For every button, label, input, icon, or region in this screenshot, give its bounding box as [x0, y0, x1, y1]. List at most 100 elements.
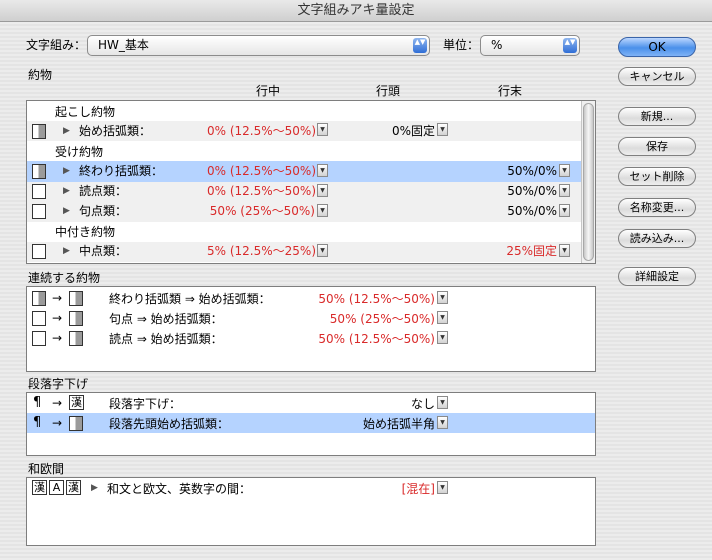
- load-button[interactable]: 読み込み...: [618, 229, 696, 248]
- row-value: 始め括弧半角: [362, 417, 435, 431]
- row-label: 終わり括弧類 ⇒ 始め括弧類：: [109, 292, 271, 306]
- arrow-icon: →: [52, 396, 63, 410]
- new-button[interactable]: 新規...: [618, 107, 696, 126]
- indent-list[interactable]: ¶ → 漢 段落字下げ： なし ▼ ¶ → 段落先頭始め括弧類： 始め括弧半角 …: [26, 392, 596, 456]
- end-value: 50%/0%: [507, 184, 557, 198]
- dropdown-icon[interactable]: ▼: [437, 416, 448, 429]
- dropdown-icon[interactable]: ▼: [437, 481, 448, 494]
- dropdown-icon[interactable]: ▼: [317, 184, 328, 197]
- row-name: 始め括弧類：: [79, 124, 152, 138]
- row-label: 段落字下げ：: [109, 397, 182, 411]
- end-value: 50%/0%: [507, 204, 557, 218]
- wa-o-list[interactable]: 漢 A 漢 ▶ 和文と欧文、英数字の間： [混在] ▼: [26, 477, 596, 546]
- disclosure-triangle-icon[interactable]: ▶: [63, 163, 70, 179]
- yakumono-list[interactable]: 起こし約物 ▶ 始め括弧類： 0% (12.5%〜50%) ▼ 0%固定 ▼ 受…: [26, 100, 596, 264]
- open-bracket-icon: [32, 124, 46, 139]
- dropdown-icon[interactable]: ▼: [317, 164, 328, 177]
- kanji-icon: 漢: [32, 480, 47, 495]
- middle-value: 0% (12.5%〜50%): [207, 184, 315, 198]
- set-delete-button[interactable]: セット削除: [618, 167, 696, 186]
- scrollbar-thumb[interactable]: [583, 103, 594, 261]
- disclosure-triangle-icon[interactable]: ▶: [63, 183, 70, 199]
- dropdown-icon[interactable]: ▼: [437, 331, 448, 344]
- window-title: 文字組みアキ量設定: [0, 0, 712, 22]
- rename-button[interactable]: 名称変更...: [618, 198, 696, 217]
- end-value: 25%固定: [506, 244, 557, 258]
- middle-value: 0% (12.5%〜50%): [207, 124, 315, 138]
- alpha-icon: A: [49, 480, 64, 495]
- cancel-button[interactable]: キャンセル: [618, 67, 696, 86]
- pilcrow-icon: ¶: [33, 395, 42, 410]
- popup-arrows-icon: ▲▼: [413, 38, 427, 53]
- open-bracket-icon: [69, 331, 83, 346]
- arrow-icon: →: [52, 331, 63, 345]
- dropdown-icon[interactable]: ▼: [437, 311, 448, 324]
- middle-value: 0% (12.5%〜50%): [207, 164, 315, 178]
- close-bracket-icon: [32, 164, 46, 179]
- column-header-end: 行末: [498, 84, 523, 98]
- arrow-icon: →: [52, 291, 63, 305]
- disclosure-triangle-icon[interactable]: ▶: [63, 123, 70, 139]
- dropdown-icon[interactable]: ▼: [559, 244, 570, 257]
- row-value: なし: [410, 397, 435, 411]
- row-label: 読点 ⇒ 始め括弧類：: [109, 332, 223, 346]
- row-name: 中点類：: [79, 244, 128, 258]
- unit-select[interactable]: % ▲▼: [480, 35, 580, 56]
- row-name: 終わり括弧類：: [79, 164, 164, 178]
- dropdown-icon[interactable]: ▼: [317, 123, 328, 136]
- row-name: 読点類：: [79, 184, 128, 198]
- dropdown-icon[interactable]: ▼: [317, 244, 328, 257]
- mojikumi-label: 文字組み：: [26, 38, 87, 52]
- head-value: 0%固定: [391, 124, 435, 138]
- dialog-window: 文字組みアキ量設定 文字組み： HW_基本 ▲▼ 単位： % ▲▼ OK キャン…: [0, 0, 712, 560]
- continuous-section-label: 連続する約物: [28, 271, 101, 285]
- continuous-list[interactable]: → 終わり括弧類 ⇒ 始め括弧類： 50% (12.5%〜50%) ▼ → 句点…: [26, 286, 596, 372]
- pilcrow-icon: ¶: [33, 415, 42, 430]
- wa-o-section-label: 和欧間: [28, 462, 65, 476]
- group-label-uke: 受け約物: [55, 145, 104, 159]
- open-bracket-icon: [69, 416, 83, 431]
- kanji-icon: 漢: [66, 480, 81, 495]
- row-value: 50% (25%〜50%): [329, 312, 435, 326]
- scrollbar[interactable]: [581, 101, 595, 263]
- unit-select-value: %: [491, 38, 503, 52]
- comma-icon: [32, 184, 46, 199]
- popup-arrows-icon: ▲▼: [563, 38, 577, 53]
- period-icon: [32, 204, 46, 219]
- row-value: 50% (12.5%〜50%): [318, 292, 435, 306]
- mojikumi-select-value: HW_基本: [98, 38, 149, 52]
- mojikumi-select[interactable]: HW_基本 ▲▼: [87, 35, 430, 56]
- group-label-nakatsuki: 中付き約物: [55, 225, 116, 239]
- yakumono-section-label: 約物: [28, 68, 53, 82]
- save-button[interactable]: 保存: [618, 137, 696, 156]
- row-label: 和文と欧文、英数字の間：: [107, 482, 252, 496]
- disclosure-triangle-icon[interactable]: ▶: [63, 243, 70, 259]
- dropdown-icon[interactable]: ▼: [437, 123, 448, 136]
- dropdown-icon[interactable]: ▼: [317, 204, 328, 217]
- row-name: 句点類：: [79, 204, 128, 218]
- disclosure-triangle-icon[interactable]: ▶: [91, 480, 98, 496]
- disclosure-triangle-icon[interactable]: ▶: [63, 203, 70, 219]
- row-value: [混在]: [401, 482, 435, 496]
- detail-settings-button[interactable]: 詳細設定: [618, 267, 696, 286]
- comma-icon: [32, 331, 46, 346]
- indent-section-label: 段落字下げ: [28, 377, 89, 391]
- ok-button[interactable]: OK: [618, 37, 696, 57]
- row-label: 句点 ⇒ 始め括弧類：: [109, 312, 223, 326]
- dropdown-icon[interactable]: ▼: [437, 396, 448, 409]
- open-bracket-icon: [69, 291, 83, 306]
- row-value: 50% (12.5%〜50%): [318, 332, 435, 346]
- arrow-icon: →: [52, 311, 63, 325]
- dropdown-icon[interactable]: ▼: [559, 164, 570, 177]
- open-bracket-icon: [69, 311, 83, 326]
- kanji-icon: 漢: [69, 395, 84, 410]
- arrow-icon: →: [52, 416, 63, 430]
- close-bracket-icon: [32, 291, 46, 306]
- row-label: 段落先頭始め括弧類：: [109, 417, 230, 431]
- dropdown-icon[interactable]: ▼: [437, 291, 448, 304]
- middle-dot-icon: [32, 244, 46, 259]
- dropdown-icon[interactable]: ▼: [559, 204, 570, 217]
- group-label-okoshi: 起こし約物: [55, 105, 116, 119]
- dropdown-icon[interactable]: ▼: [559, 184, 570, 197]
- column-header-middle: 行中: [256, 84, 281, 98]
